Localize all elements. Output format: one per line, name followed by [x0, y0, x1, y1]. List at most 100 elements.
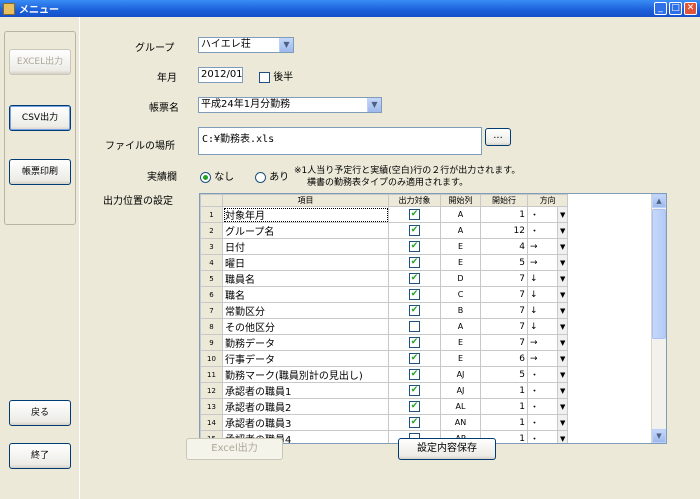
maximize-button[interactable]: □ [669, 2, 682, 15]
chevron-down-icon[interactable]: ▼ [556, 398, 569, 415]
start-row-cell[interactable]: 5 [480, 254, 528, 271]
direction-cell[interactable]: → [527, 254, 558, 271]
chevron-down-icon[interactable]: ▼ [556, 414, 569, 431]
start-col-cell[interactable]: AJ [440, 366, 481, 383]
target-cell[interactable]: ✔ [388, 238, 441, 255]
chevron-down-icon[interactable]: ▼ [556, 350, 569, 367]
chevron-down-icon[interactable]: ▼ [556, 286, 569, 303]
output-target-checkbox[interactable]: ✔ [409, 352, 420, 364]
chevron-down-icon[interactable]: ▼ [556, 270, 569, 287]
output-target-checkbox[interactable]: ✔ [409, 336, 420, 348]
start-col-cell[interactable]: A [440, 318, 481, 335]
browse-button[interactable]: ... [485, 128, 511, 146]
chevron-down-icon[interactable]: ▼ [556, 366, 569, 383]
chevron-down-icon[interactable]: ▼ [556, 254, 569, 271]
item-cell[interactable]: 職名 [222, 286, 389, 303]
start-row-cell[interactable]: 1 [480, 398, 528, 415]
direction-cell[interactable]: → [527, 238, 558, 255]
chevron-down-icon[interactable]: ▼ [556, 382, 569, 399]
second-half-checkbox-wrap[interactable]: 後半 [259, 68, 293, 83]
direction-cell[interactable]: ↓ [527, 302, 558, 319]
excel-output-side-button[interactable]: EXCEL出力 [9, 49, 71, 75]
output-target-checkbox[interactable]: ✔ [409, 240, 420, 252]
item-cell[interactable]: 職員名 [222, 270, 389, 287]
direction-cell[interactable]: ↓ [527, 286, 558, 303]
output-target-checkbox[interactable]: ✔ [409, 224, 420, 236]
table-row[interactable]: 10 行事データ ✔ E 6 → ▼ [200, 350, 569, 367]
direction-cell[interactable]: ・ [527, 206, 558, 223]
target-cell[interactable]: ✔ [388, 382, 441, 399]
direction-cell[interactable]: ・ [527, 414, 558, 431]
item-cell[interactable]: 勤務データ [222, 334, 389, 351]
group-combo[interactable]: ハイエレ荘 ▼ [198, 37, 294, 53]
target-cell[interactable]: ✔ [388, 414, 441, 431]
table-row[interactable]: 9 勤務データ ✔ E 7 → ▼ [200, 334, 569, 351]
direction-cell[interactable]: ↓ [527, 318, 558, 335]
output-target-checkbox[interactable]: ✔ [409, 272, 420, 284]
table-row[interactable]: 13 承認者の職員2 ✔ AL 1 ・ ▼ [200, 398, 569, 415]
target-cell[interactable]: ✔ [388, 350, 441, 367]
back-button[interactable]: 戻る [9, 400, 71, 426]
start-row-cell[interactable]: 1 [480, 414, 528, 431]
radio-yes[interactable] [255, 171, 266, 183]
table-row[interactable]: 5 職員名 ✔ D 7 ↓ ▼ [200, 270, 569, 287]
item-cell[interactable]: 承認者の職員2 [222, 398, 389, 415]
item-cell[interactable]: その他区分 [222, 318, 389, 335]
output-settings-grid[interactable]: 項目 出力対象 開始列 開始行 方向 1 対象年月 ✔ A 1 ・ ▼ 2 グループ名 ✔ A 12 ・… [199, 193, 667, 444]
item-cell[interactable]: 行事データ [222, 350, 389, 367]
output-target-checkbox[interactable]: ✔ [409, 288, 420, 300]
header-start-col[interactable]: 開始列 [440, 194, 481, 207]
radio-none-wrap[interactable]: なし [200, 168, 234, 183]
start-row-cell[interactable]: 12 [480, 222, 528, 239]
table-row[interactable]: 14 承認者の職員3 ✔ AN 1 ・ ▼ [200, 414, 569, 431]
target-cell[interactable]: ✔ [388, 286, 441, 303]
item-cell[interactable]: 対象年月 [222, 206, 389, 223]
item-cell[interactable]: 承認者の職員3 [222, 414, 389, 431]
chevron-down-icon[interactable]: ▼ [556, 302, 569, 319]
start-col-cell[interactable]: E [440, 350, 481, 367]
chevron-down-icon[interactable]: ▼ [556, 318, 569, 335]
table-row[interactable]: 12 承認者の職員1 ✔ AJ 1 ・ ▼ [200, 382, 569, 399]
target-cell[interactable]: ✔ [388, 398, 441, 415]
excel-output-button[interactable]: Excel出力 [186, 438, 283, 460]
csv-output-button[interactable]: CSV出力 [9, 105, 71, 131]
chevron-down-icon[interactable]: ▼ [367, 98, 381, 112]
direction-cell[interactable]: ・ [527, 398, 558, 415]
target-cell[interactable]: ✔ [388, 366, 441, 383]
chevron-down-icon[interactable]: ▼ [556, 238, 569, 255]
start-col-cell[interactable]: AJ [440, 382, 481, 399]
start-row-cell[interactable]: 5 [480, 366, 528, 383]
start-row-cell[interactable]: 7 [480, 318, 528, 335]
item-cell[interactable]: 常勤区分 [222, 302, 389, 319]
output-target-checkbox[interactable] [409, 320, 420, 332]
start-col-cell[interactable]: A [440, 206, 481, 223]
chevron-down-icon[interactable]: ▼ [556, 334, 569, 351]
start-row-cell[interactable]: 7 [480, 286, 528, 303]
output-target-checkbox[interactable]: ✔ [409, 384, 420, 396]
item-cell[interactable]: 日付 [222, 238, 389, 255]
start-row-cell[interactable]: 4 [480, 238, 528, 255]
start-col-cell[interactable]: E [440, 334, 481, 351]
start-row-cell[interactable]: 6 [480, 350, 528, 367]
table-row[interactable]: 8 その他区分 A 7 ↓ ▼ [200, 318, 569, 335]
target-cell[interactable]: ✔ [388, 222, 441, 239]
start-row-cell[interactable]: 7 [480, 334, 528, 351]
start-col-cell[interactable]: AL [440, 398, 481, 415]
radio-yes-wrap[interactable]: あり [255, 168, 289, 183]
output-target-checkbox[interactable]: ✔ [409, 304, 420, 316]
start-row-cell[interactable]: 1 [480, 206, 528, 223]
start-row-cell[interactable]: 7 [480, 270, 528, 287]
direction-cell[interactable]: → [527, 350, 558, 367]
header-direction[interactable]: 方向 [526, 194, 569, 207]
table-row[interactable]: 11 勤務マーク(職員別計の見出し) ✔ AJ 5 ・ ▼ [200, 366, 569, 383]
item-cell[interactable]: 曜日 [222, 254, 389, 271]
radio-none[interactable] [200, 171, 211, 183]
output-target-checkbox[interactable]: ✔ [409, 416, 420, 428]
target-cell[interactable] [388, 318, 441, 335]
direction-cell[interactable]: ↓ [527, 270, 558, 287]
item-cell[interactable]: グループ名 [222, 222, 389, 239]
chevron-down-icon[interactable]: ▼ [279, 38, 293, 52]
target-cell[interactable]: ✔ [388, 270, 441, 287]
start-col-cell[interactable]: B [440, 302, 481, 319]
grid-vertical-scrollbar[interactable]: ▲ ▼ [651, 194, 666, 443]
